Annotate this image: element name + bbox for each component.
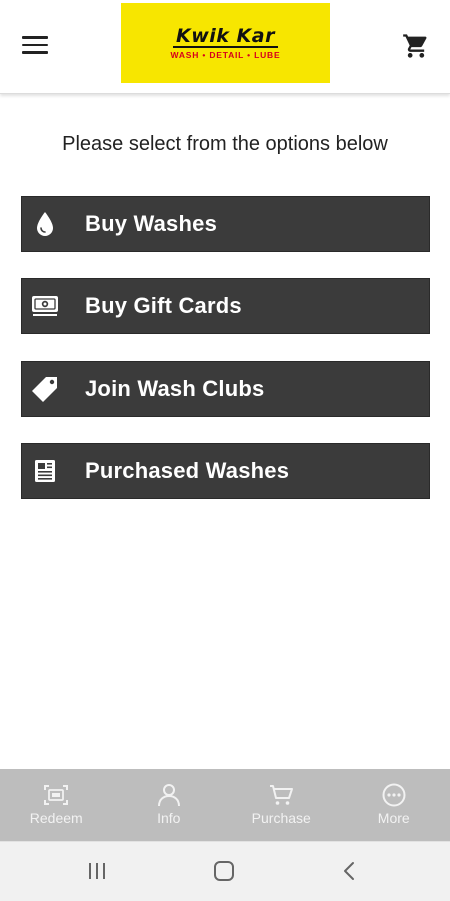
buy-gift-cards-label: Buy Gift Cards xyxy=(85,293,242,319)
purchased-washes-button[interactable]: Purchased Washes xyxy=(21,443,430,499)
recent-apps-icon[interactable] xyxy=(86,860,108,887)
cart-icon xyxy=(268,783,294,807)
brand-logo: Kwik Kar WASH • DETAIL • LUBE xyxy=(121,3,330,83)
home-icon[interactable] xyxy=(212,860,236,887)
more-icon xyxy=(381,783,407,807)
buy-washes-label: Buy Washes xyxy=(85,211,217,237)
person-icon xyxy=(156,783,182,807)
nav-item-purchase[interactable]: Purchase xyxy=(225,769,338,841)
buy-gift-cards-button[interactable]: Buy Gift Cards xyxy=(21,278,430,334)
nav-label-purchase: Purchase xyxy=(252,810,311,826)
nav-item-info[interactable]: Info xyxy=(113,769,226,841)
nav-item-redeem[interactable]: Redeem xyxy=(0,769,113,841)
system-navigation-bar xyxy=(0,841,450,901)
nav-label-more: More xyxy=(378,810,410,826)
logo-name: Kwik Kar xyxy=(173,26,278,48)
water-drop-icon xyxy=(23,210,67,238)
join-wash-clubs-button[interactable]: Join Wash Clubs xyxy=(21,361,430,417)
nav-item-more[interactable]: More xyxy=(338,769,450,841)
instructions-text: Please select from the options below xyxy=(0,133,450,156)
scan-icon xyxy=(43,783,69,807)
bottom-navigation: Redeem Info Purchase More xyxy=(0,769,450,841)
logo-tagline: WASH • DETAIL • LUBE xyxy=(171,50,281,60)
nav-label-redeem: Redeem xyxy=(30,810,83,826)
purchased-washes-label: Purchased Washes xyxy=(85,458,289,484)
hamburger-menu-icon[interactable] xyxy=(22,36,48,58)
app-header: Kwik Kar WASH • DETAIL • LUBE xyxy=(0,0,450,94)
tag-icon xyxy=(23,374,67,404)
receipt-icon xyxy=(23,457,67,485)
shopping-cart-icon[interactable] xyxy=(402,32,430,60)
buy-washes-button[interactable]: Buy Washes xyxy=(21,196,430,252)
nav-label-info: Info xyxy=(157,810,180,826)
join-wash-clubs-label: Join Wash Clubs xyxy=(85,376,264,402)
back-icon[interactable] xyxy=(338,860,360,887)
gift-card-icon xyxy=(23,293,67,319)
